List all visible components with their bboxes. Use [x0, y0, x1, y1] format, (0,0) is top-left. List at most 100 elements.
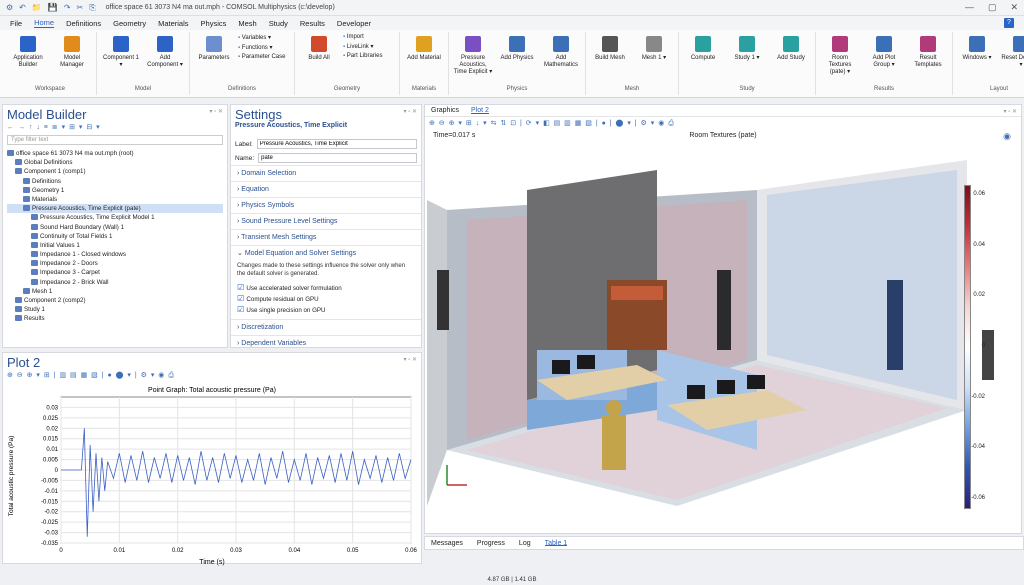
ribbon-button[interactable]: Add Mathematics	[541, 32, 581, 69]
settings-checkbox[interactable]: Compute residual on GPU	[231, 293, 421, 304]
menu-definitions[interactable]: Definitions	[66, 19, 101, 28]
menu-physics[interactable]: Physics	[201, 19, 227, 28]
settings-section[interactable]: Domain Selection	[231, 165, 421, 181]
minimize-icon[interactable]: —	[965, 2, 974, 13]
bottom-tab[interactable]: Progress	[477, 540, 505, 547]
quick-access-icon[interactable]: ⎘	[89, 3, 95, 13]
tree-node[interactable]: Initial Values 1	[7, 241, 223, 250]
tree-node[interactable]: Study 1	[7, 305, 223, 314]
ribbon-small-button[interactable]: Functions ▾	[238, 44, 290, 51]
tree-node[interactable]: Materials	[7, 195, 223, 204]
panel-controls-icon[interactable]: ▾ ▫ ✕	[404, 356, 418, 363]
ribbon-small-button[interactable]: LiveLink ▾	[343, 43, 395, 50]
quick-access-icon[interactable]: ↷	[64, 3, 71, 13]
quick-access-icon[interactable]: 📁	[32, 3, 42, 13]
tree-node[interactable]: Impedance 3 - Carpet	[7, 268, 223, 277]
ribbon-button[interactable]: Study 1 ▾	[727, 32, 767, 62]
panel-controls-icon[interactable]: ▾ ▫ ✕	[1004, 108, 1018, 115]
menu-geometry[interactable]: Geometry	[113, 19, 146, 28]
menu-home[interactable]: Home	[34, 18, 55, 28]
ribbon-button[interactable]: Parameters	[194, 32, 234, 62]
quick-access-icon[interactable]: 💾	[48, 3, 58, 13]
tree-node[interactable]: Results	[7, 314, 223, 323]
ribbon-button[interactable]: Add Material	[404, 32, 444, 62]
ribbon-button[interactable]: Add Component ▾	[145, 32, 185, 69]
quick-access-icon[interactable]: ✂	[77, 3, 84, 13]
label-field[interactable]	[256, 139, 417, 149]
ribbon-button[interactable]: Windows ▾	[957, 32, 997, 62]
ribbon-small-button[interactable]: Import	[343, 34, 395, 40]
ribbon-button[interactable]: Add Study	[771, 32, 811, 62]
ribbon-button[interactable]: Build Mesh	[590, 32, 630, 62]
render-icon[interactable]: ◉	[1003, 131, 1011, 142]
tree-node[interactable]: Pressure Acoustics, Time Explicit Model …	[7, 213, 223, 222]
tree-node[interactable]: Definitions	[7, 177, 223, 186]
ribbon-button[interactable]: Compute	[683, 32, 723, 62]
menu-study[interactable]: Study	[269, 19, 288, 28]
ribbon-button[interactable]: Pressure Acoustics, Time Explicit ▾	[453, 32, 493, 76]
menu-results[interactable]: Results	[300, 19, 325, 28]
ribbon-button[interactable]: Component 1 ▾	[101, 32, 141, 69]
ribbon-button-icon	[646, 36, 662, 52]
section-model-equation[interactable]: Model Equation and Solver Settings	[231, 245, 421, 261]
ribbon-button[interactable]: Result Templates	[908, 32, 948, 69]
ribbon-button[interactable]: Room Textures (pate) ▾	[820, 32, 860, 76]
graphics-tab[interactable]: Plot 2	[471, 107, 489, 114]
menu-materials[interactable]: Materials	[158, 19, 188, 28]
tree-node[interactable]: Sound Hard Boundary (Wall) 1	[7, 223, 223, 232]
room-3d-scene[interactable]	[427, 150, 995, 506]
ribbon-button[interactable]: Mesh 1 ▾	[634, 32, 674, 62]
ribbon-small-button[interactable]: Variables ▾	[238, 34, 290, 41]
settings-section[interactable]: Physics Symbols	[231, 197, 421, 213]
settings-checkbox[interactable]: Use accelerated solver formulation	[231, 282, 421, 293]
bottom-tab[interactable]: Table 1	[544, 540, 568, 547]
bottom-tab[interactable]: Log	[519, 540, 531, 547]
ribbon-group-name: Materials	[411, 86, 437, 92]
bottom-tab[interactable]: Messages	[431, 540, 463, 547]
y-tick-label: -0.035	[41, 541, 59, 547]
ribbon-button[interactable]: Application Builder	[8, 32, 48, 69]
ribbon-small-button[interactable]: Part Libraries	[343, 53, 395, 59]
settings-section[interactable]: Sound Pressure Level Settings	[231, 213, 421, 229]
ribbon-button[interactable]: Add Plot Group ▾	[864, 32, 904, 69]
ribbon-button-icon	[416, 36, 432, 52]
panel-controls-icon[interactable]: ▾ ▫ ✕	[210, 108, 224, 115]
tree-node[interactable]: Impedance 2 - Brick Wall	[7, 278, 223, 287]
panel-controls-icon[interactable]: ▾ ▫ ✕	[404, 108, 418, 115]
plot2-toolbar[interactable]: ⊕ ⊖ ⊕ ▾ ⊞ | ▥ ▤ ▦ ▧ | ● ⬤ ▾ | ⚙ ▾ ◉ ⎙	[3, 370, 421, 381]
settings-section[interactable]: Dependent Variables	[231, 335, 421, 351]
tree-node[interactable]: Impedance 2 - Doors	[7, 259, 223, 268]
quick-access-icon[interactable]: ⚙	[6, 3, 13, 13]
settings-section[interactable]: Discretization	[231, 319, 421, 335]
graphics-toolbar[interactable]: ⊕ ⊖ ⊕ ▾ ⊞ ↓ ▾ ⇆ ⇅ ⊡ | ⟳ ▾ ◧ ▤ ▥ ▦ ▧ | ● …	[425, 118, 1021, 129]
graphics-tab[interactable]: Graphics	[431, 107, 459, 114]
ribbon-small-button[interactable]: Parameter Case	[238, 54, 290, 60]
tree-node[interactable]: Impedance 1 - Closed windows	[7, 250, 223, 259]
tree-node[interactable]: Mesh 1	[7, 287, 223, 296]
name-field[interactable]	[258, 153, 417, 163]
ribbon-button[interactable]: Add Physics	[497, 32, 537, 62]
help-icon[interactable]: ?	[1004, 18, 1014, 28]
menu-developer[interactable]: Developer	[337, 19, 371, 28]
tree-node[interactable]: Pressure Acoustics, Time Explicit (pate)	[7, 204, 223, 214]
tree-filter-input[interactable]: Type filter text	[7, 135, 223, 145]
ribbon-button[interactable]: Reset Desktop ▾	[1001, 32, 1024, 69]
settings-section[interactable]: Transient Mesh Settings	[231, 229, 421, 245]
menu-file[interactable]: File	[10, 19, 22, 28]
tree-node[interactable]: Geometry 1	[7, 186, 223, 195]
maximize-icon[interactable]: ▢	[988, 2, 997, 13]
tree-node[interactable]: Component 1 (comp1)	[7, 167, 223, 176]
menu-mesh[interactable]: Mesh	[238, 19, 256, 28]
ribbon-button[interactable]: Model Manager	[52, 32, 92, 69]
settings-checkbox[interactable]: Use single precision on GPU	[231, 304, 421, 315]
tree-node[interactable]: Component 2 (comp2)	[7, 296, 223, 305]
model-builder-toolbar[interactable]: ← → ↑ ↓ ≡ ≣ ▾ ⊞ ▾ ⊟ ▾	[3, 122, 227, 133]
ribbon-button[interactable]: Build All	[299, 32, 339, 62]
tree-node[interactable]: Continuity of Total Fields 1	[7, 232, 223, 241]
quick-access-icon[interactable]: ↶	[19, 3, 26, 13]
window-title: office space 61 3073 N4 ma out.mph - COM…	[105, 4, 335, 11]
tree-node[interactable]: Global Definitions	[7, 158, 223, 167]
settings-section[interactable]: Equation	[231, 181, 421, 197]
close-icon[interactable]: ✕	[1010, 2, 1018, 13]
tree-node[interactable]: office space 61 3073 N4 ma out.mph (root…	[7, 149, 223, 158]
